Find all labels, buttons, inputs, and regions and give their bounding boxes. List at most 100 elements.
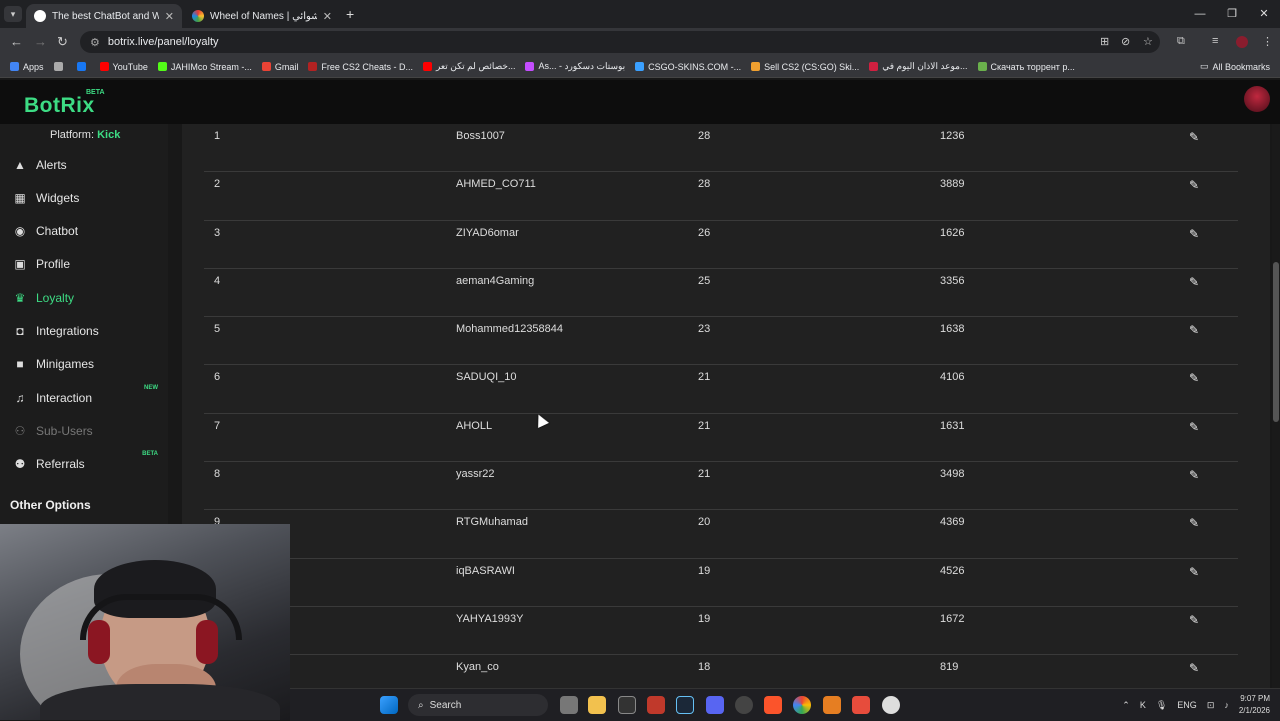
bookmark-item[interactable] [76, 62, 90, 71]
sidebar-item-label: Alerts [36, 158, 67, 172]
edit-pencil-icon[interactable]: ✎ [1189, 178, 1199, 192]
bookmark-item[interactable]: CSGO-SKINS.COM -... [635, 62, 741, 72]
edit-pencil-icon[interactable]: ✎ [1189, 371, 1199, 385]
kick-tray-icon[interactable]: K [1140, 700, 1146, 710]
edit-pencil-icon[interactable]: ✎ [1189, 468, 1199, 482]
bookmark-item[interactable]: Sell CS2 (CS:GO) Ski... [751, 62, 859, 72]
bookmark-item[interactable]: Скачать торрент р... [977, 61, 1075, 72]
address-bar[interactable]: ⚙ botrix.live/panel/loyalty [80, 31, 1160, 53]
bookmark-favicon-icon [53, 62, 63, 71]
sidebar-item-sub-users[interactable]: ⚇ Sub-Users [12, 424, 162, 438]
tab-search-button[interactable]: ▾ [4, 6, 22, 22]
sidebar-item-widgets[interactable]: ▦ Widgets [12, 191, 162, 205]
sidebar-item-minigames[interactable]: ■ Minigames [12, 357, 162, 371]
level-cell: 21 [698, 468, 711, 481]
bookmark-item[interactable]: موعد الاذان اليوم في... [869, 61, 968, 72]
sidebar-item-profile[interactable]: ▣ Profile [12, 257, 162, 271]
clock[interactable]: 9:07 PM 2/1/2026 [1239, 693, 1270, 717]
level-cell: 19 [698, 612, 711, 625]
bookmark-item[interactable]: As... - بوستات دسكورد [525, 61, 625, 72]
bookmark-item[interactable] [53, 62, 67, 71]
menu-icon[interactable]: ⋮ [1262, 35, 1273, 48]
edit-pencil-icon[interactable]: ✎ [1189, 323, 1199, 337]
app-pink-icon[interactable] [852, 696, 870, 714]
chrome-icon[interactable] [793, 696, 811, 714]
edit-pencil-icon[interactable]: ✎ [1189, 613, 1199, 627]
steam-icon[interactable] [676, 696, 694, 714]
minimize-button[interactable]: — [1184, 0, 1216, 28]
sidebar-item-chatbot[interactable]: ◉ Chatbot [12, 224, 162, 238]
sidebar-item-label: Minigames [36, 357, 95, 371]
app-header: BotRix BETA [0, 80, 1280, 124]
app-red-icon[interactable] [647, 696, 665, 714]
file-explorer-icon[interactable] [588, 696, 606, 714]
sidebar-item-alerts[interactable]: ▲ Alerts [12, 158, 162, 172]
edit-pencil-icon[interactable]: ✎ [1189, 275, 1199, 289]
forward-icon[interactable]: → [34, 34, 47, 49]
clock-date: 2/1/2026 [1238, 706, 1270, 715]
sidebar-item-label: Loyalty [36, 291, 75, 305]
bookmark-item[interactable]: JAHIMco Stream -... [157, 62, 252, 72]
bookmark-label: As... - بوستات دسكورد [538, 61, 626, 71]
sidebar-badge: BETA [142, 451, 158, 457]
tab-botrix[interactable]: The best ChatBot and Widgets ✕ [26, 4, 182, 28]
brave-icon[interactable] [764, 696, 782, 714]
translate-icon[interactable]: ⊞ [1100, 35, 1109, 48]
edit-pencil-icon[interactable]: ✎ [1189, 227, 1199, 241]
bookmark-item[interactable]: Apps [10, 62, 44, 72]
close-window-button[interactable]: ✕ [1248, 0, 1280, 28]
close-tab-icon[interactable]: ✕ [165, 10, 174, 23]
back-icon[interactable]: ← [10, 34, 23, 49]
extensions-icon[interactable]: ⧉ [1177, 35, 1185, 48]
edit-pencil-icon[interactable]: ✎ [1189, 516, 1199, 530]
id-card-icon: ▣ [14, 257, 26, 271]
sidebar-item-loyalty[interactable]: ♛ Loyalty [12, 291, 162, 305]
bookmark-label: Скачать торрент р... [990, 61, 1075, 72]
taskbar-search[interactable]: ⌕ Search [408, 694, 548, 716]
app-g-icon[interactable] [618, 696, 636, 714]
scrollbar-thumb[interactable] [1273, 262, 1279, 422]
volume-icon[interactable]: ♪ [1224, 700, 1229, 710]
restore-button[interactable]: ❐ [1216, 0, 1248, 28]
rank-cell: 3 [214, 226, 221, 239]
windows-start-icon[interactable] [380, 696, 398, 714]
tray-chevron-icon[interactable]: ⌃ [1122, 700, 1130, 711]
sidebar-item-interaction[interactable]: ♫ Interaction NEW [12, 385, 162, 405]
robot-icon: ◉ [14, 224, 26, 238]
edit-pencil-icon[interactable]: ✎ [1189, 565, 1199, 579]
edit-pencil-icon[interactable]: ✎ [1189, 130, 1199, 144]
microphone-icon[interactable]: 🎙 [1156, 700, 1167, 711]
close-tab-icon[interactable]: ✕ [323, 10, 332, 23]
eye-off-icon[interactable]: ⊘ [1121, 35, 1130, 48]
reading-list-icon[interactable]: ≡ [1212, 35, 1218, 47]
edit-pencil-icon[interactable]: ✎ [1189, 420, 1199, 434]
profile-avatar-icon[interactable] [1236, 36, 1248, 48]
scrollbar[interactable] [1272, 124, 1280, 720]
reload-icon[interactable]: ↻ [57, 34, 68, 50]
site-info-icon[interactable]: ⚙ [90, 36, 100, 49]
settings-gear-icon[interactable] [882, 696, 900, 714]
platform-label: Platform: [50, 129, 95, 141]
level-cell: 28 [698, 130, 711, 142]
bookmark-item[interactable]: Gmail [261, 62, 298, 72]
language-indicator[interactable]: ENG [1177, 700, 1197, 710]
bookmark-item[interactable]: خصائص لم تكن تعر... [422, 61, 515, 72]
sidebar-item-referrals[interactable]: ⚉ Referrals BETA [12, 451, 162, 471]
discord-icon[interactable] [706, 696, 724, 714]
bookmark-star-icon[interactable]: ☆ [1143, 35, 1153, 48]
sidebar-item-label: Referrals [36, 457, 85, 471]
new-tab-button[interactable]: + [346, 6, 354, 22]
all-bookmarks-button[interactable]: ▭ All Bookmarks [1200, 61, 1270, 72]
tab-wheel-of-names[interactable]: Wheel of Names | اسم العشوائي ✕ [184, 4, 340, 28]
edit-pencil-icon[interactable]: ✎ [1189, 661, 1199, 675]
task-view-icon[interactable] [560, 696, 578, 714]
network-icon[interactable]: ⊡ [1207, 700, 1215, 711]
app-circle-icon[interactable] [735, 696, 753, 714]
app-orange-icon[interactable] [823, 696, 841, 714]
botrix-logo[interactable]: BotRix [24, 94, 95, 118]
sidebar-item-integrations[interactable]: ◘ Integrations [12, 324, 162, 338]
bookmark-item[interactable]: Free CS2 Cheats - D... [308, 62, 413, 72]
user-avatar[interactable] [1244, 86, 1270, 112]
level-cell: 26 [698, 226, 711, 239]
bookmark-item[interactable]: YouTube [99, 62, 148, 72]
